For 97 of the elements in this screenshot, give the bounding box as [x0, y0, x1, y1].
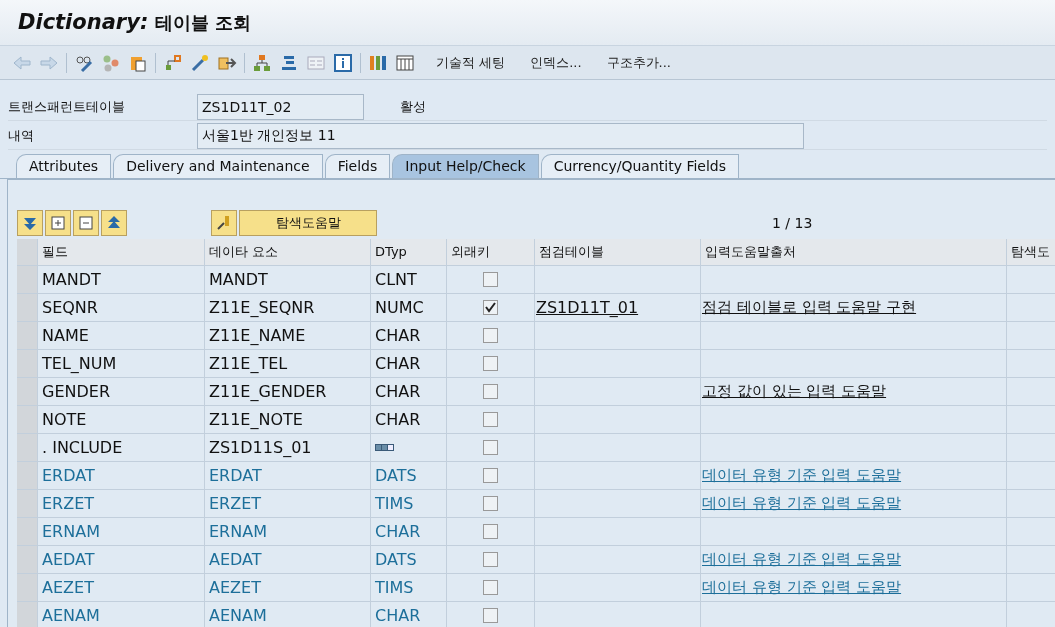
help-source-link[interactable]: 점검 테이블로 입력 도움말 구현	[702, 296, 917, 319]
table-cell: ERNAM	[205, 518, 371, 545]
table-cell: AEDAT	[205, 546, 371, 573]
tab[interactable]: Input Help/Check	[392, 154, 539, 178]
foreign-key-checkbox[interactable]	[483, 468, 498, 483]
table-cell: CHAR	[371, 350, 447, 377]
table-cell: ERZET	[38, 490, 205, 517]
table-cell: Z11E_GENDER	[205, 378, 371, 405]
table-cell: ERDAT	[205, 462, 371, 489]
table-cell: CHAR	[371, 322, 447, 349]
table-cell: TEL_NUM	[38, 350, 205, 377]
magic-wand-icon[interactable]	[190, 52, 210, 73]
table-cell: CHAR	[371, 602, 447, 627]
help-source-link[interactable]: 데이터 유형 기준 입력 도움말	[702, 492, 902, 515]
foreign-key-checkbox[interactable]	[483, 356, 498, 371]
tab[interactable]: Attributes	[16, 154, 112, 178]
table-cell: MANDT	[38, 266, 205, 293]
table-cell: . INCLUDE	[38, 434, 205, 461]
table-icon[interactable]	[395, 52, 415, 73]
table-cell: Z11E_NAME	[205, 322, 371, 349]
column-header: 점검테이블	[535, 239, 701, 265]
table-cell: MANDT	[205, 266, 371, 293]
table-cell: CHAR	[371, 406, 447, 433]
field-label: 내역	[8, 127, 35, 146]
table-cell: CLNT	[371, 266, 447, 293]
info-icon[interactable]	[333, 52, 353, 73]
table-cell: ERZET	[205, 490, 371, 517]
table-cell: ZS1D11S_01	[205, 434, 371, 461]
hierarchy-icon[interactable]	[163, 52, 183, 73]
table-cell: SEQNR	[38, 294, 205, 321]
text-field[interactable]: 서울1반 개인정보 11	[197, 123, 804, 149]
foreign-key-checkbox[interactable]	[483, 552, 498, 567]
page-indicator: 1 / 13	[772, 213, 813, 233]
table-cell: NUMC	[371, 294, 447, 321]
toolbar-button[interactable]: 구조추가...	[602, 52, 675, 73]
insert-row-button[interactable]	[45, 210, 71, 236]
table-cell: DATS	[371, 462, 447, 489]
table-cell: AEZET	[205, 574, 371, 601]
table-cell: NOTE	[38, 406, 205, 433]
foreign-key-checkbox[interactable]	[483, 440, 498, 455]
column-header: 입력도움말출처	[701, 239, 1007, 265]
plus-box-icon	[50, 215, 66, 231]
key-icon	[216, 215, 232, 231]
window-title: Dictionary: 테이블 조회	[18, 8, 252, 36]
column-header: 데이타 요소	[205, 239, 371, 265]
table-cell: Z11E_SEQNR	[205, 294, 371, 321]
foreign-key-checkbox[interactable]	[483, 328, 498, 343]
foreign-key-checkbox[interactable]	[483, 272, 498, 287]
column-header: DTyp	[371, 239, 447, 265]
help-source-link[interactable]: 고정 값이 있는 입력 도움말	[702, 380, 887, 403]
foreign-key-checkbox[interactable]	[483, 300, 498, 315]
collapse-all-button[interactable]	[101, 210, 127, 236]
table-cell: CHAR	[371, 378, 447, 405]
column-header: 필드	[38, 239, 205, 265]
expand-all-button[interactable]	[17, 210, 43, 236]
table-cell: Z11E_NOTE	[205, 406, 371, 433]
structure-icon	[375, 444, 395, 451]
column-header: 외래키	[447, 239, 535, 265]
text-field[interactable]: ZS1D11T_02	[197, 94, 364, 120]
table-cell: NAME	[38, 322, 205, 349]
help-source-link[interactable]: 데이터 유형 기준 입력 도움말	[702, 548, 902, 571]
toolbar-button[interactable]: 기술적 세팅	[432, 52, 510, 73]
table-cell: ERNAM	[38, 518, 205, 545]
tab[interactable]: Fields	[324, 154, 391, 178]
foreign-key-checkbox[interactable]	[483, 608, 498, 623]
table-cell: CHAR	[371, 518, 447, 545]
double-up-arrow-icon	[106, 215, 122, 231]
foreign-key-checkbox[interactable]	[483, 412, 498, 427]
table-cell: DATS	[371, 546, 447, 573]
foreign-key-checkbox[interactable]	[483, 580, 498, 595]
key-button[interactable]	[211, 210, 237, 236]
tree-icon[interactable]	[252, 52, 272, 73]
table-cell: AEZET	[38, 574, 205, 601]
tab[interactable]: Delivery and Maintenance	[113, 154, 323, 178]
help-source-link[interactable]: 데이터 유형 기준 입력 도움말	[702, 576, 902, 599]
double-down-arrow-icon	[22, 215, 38, 231]
table-cell: TIMS	[371, 574, 447, 601]
toolbar-button[interactable]: 인덱스...	[526, 52, 586, 73]
field-label: 트랜스패런트테이블	[8, 98, 126, 117]
column-header: 탐색도	[1007, 239, 1055, 265]
tab[interactable]: Currency/Quantity Fields	[540, 154, 739, 178]
foreign-key-checkbox[interactable]	[483, 496, 498, 511]
search-help-button[interactable]: 탐색도움말	[239, 210, 377, 236]
table-cell: AENAM	[205, 602, 371, 627]
check-table-link[interactable]: ZS1D11T_01	[536, 295, 639, 320]
table-cell: TIMS	[371, 490, 447, 517]
minus-box-icon	[78, 215, 94, 231]
table-cell: AEDAT	[38, 546, 205, 573]
foreign-key-checkbox[interactable]	[483, 384, 498, 399]
table-cell: AENAM	[38, 602, 205, 627]
help-source-link[interactable]: 데이터 유형 기준 입력 도움말	[702, 464, 902, 487]
table-cell: GENDER	[38, 378, 205, 405]
table-cell: ERDAT	[38, 462, 205, 489]
foreign-key-checkbox[interactable]	[483, 524, 498, 539]
delete-row-button[interactable]	[73, 210, 99, 236]
status-text: 활성	[400, 98, 426, 117]
table-cell: Z11E_TEL	[205, 350, 371, 377]
